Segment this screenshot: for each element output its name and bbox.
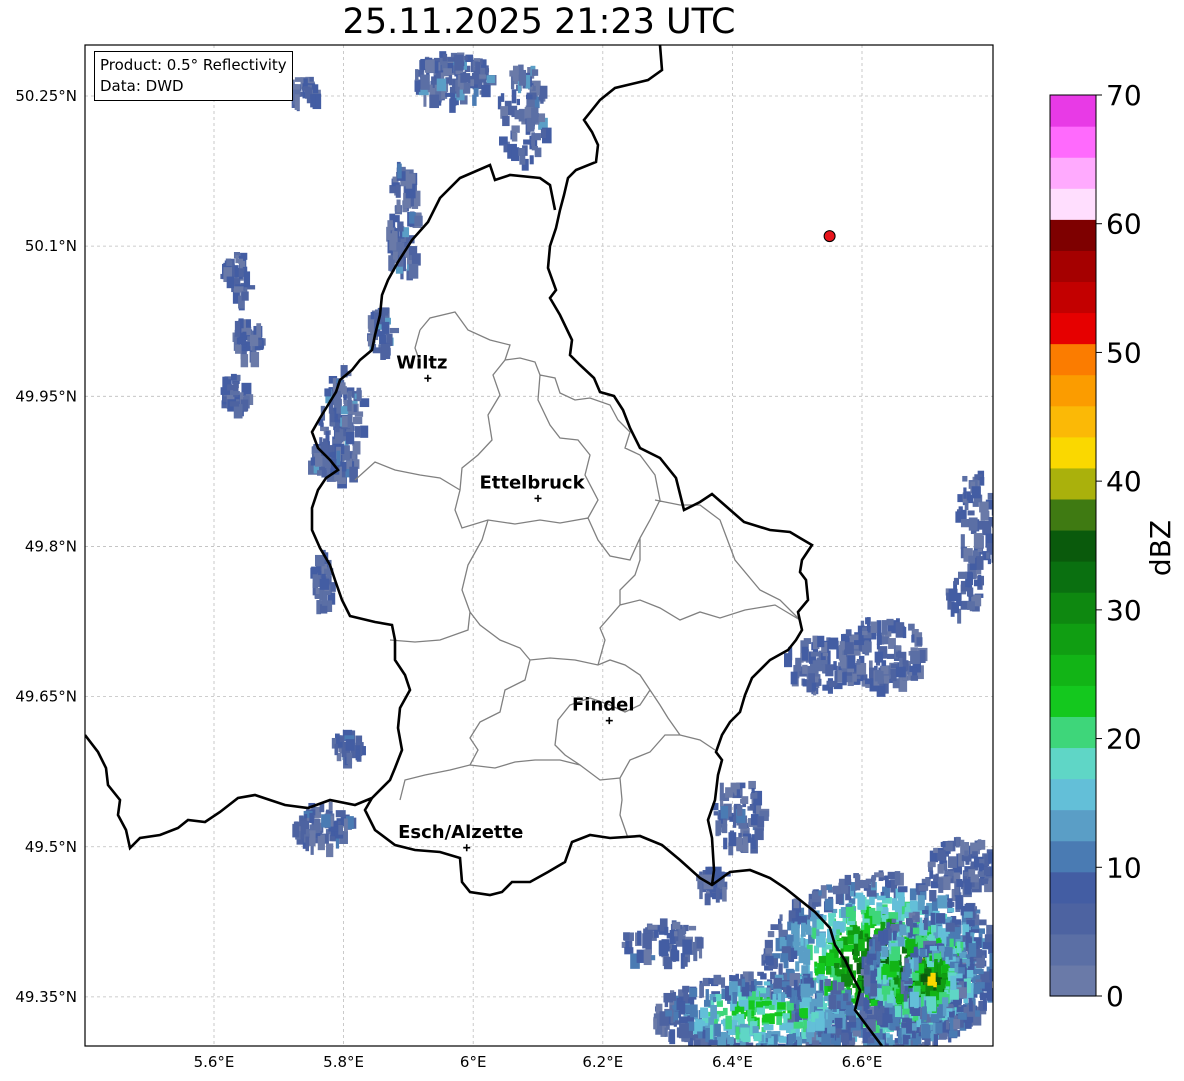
colorbar-segment bbox=[1050, 592, 1096, 624]
colorbar-tick-label: 40 bbox=[1106, 465, 1142, 498]
lon-tick-label: 6°E bbox=[460, 1053, 487, 1071]
country-border bbox=[85, 45, 884, 1046]
colorbar-segment bbox=[1050, 405, 1096, 438]
colorbar-segment bbox=[1050, 964, 1096, 997]
radar-echoes bbox=[220, 51, 993, 1046]
colorbar-segment bbox=[1050, 933, 1096, 966]
colorbar-segment bbox=[1050, 654, 1096, 686]
lon-tick-label: 5.8°E bbox=[323, 1053, 364, 1071]
colorbar-segment bbox=[1050, 95, 1096, 127]
colorbar-segment bbox=[1050, 685, 1096, 717]
colorbar-tick-label: 20 bbox=[1106, 723, 1142, 756]
info-box: Product: 0.5° Reflectivity Data: DWD bbox=[94, 51, 293, 101]
colorbar-segment bbox=[1050, 281, 1096, 314]
colorbar-segment bbox=[1050, 561, 1096, 593]
lat-tick-label: 49.95°N bbox=[15, 387, 77, 405]
lon-tick-label: 6.6°E bbox=[842, 1053, 883, 1071]
colorbar-segment bbox=[1050, 498, 1096, 531]
city-wiltz: Wiltz bbox=[396, 352, 447, 382]
city-name: Ettelbruck bbox=[479, 472, 585, 493]
colorbar-segment bbox=[1050, 188, 1096, 220]
city-labels: Wiltz Ettelbruck Findel Esch/Alzette bbox=[396, 352, 635, 852]
radar-map: 5.6°E 5.8°E 6°E 6.2°E 6.4°E 6.6°E 50.25°N 50.1°… bbox=[15, 44, 1177, 1071]
lon-tick-label: 6.2°E bbox=[582, 1053, 623, 1071]
colorbar-label: dBZ bbox=[1144, 520, 1177, 576]
colorbar: 0 10 20 30 40 50 60 70 bbox=[1049, 79, 1142, 1013]
source-label: Data: DWD bbox=[100, 77, 184, 95]
lat-tick-label: 49.5°N bbox=[25, 838, 77, 856]
city-findel: Findel bbox=[572, 695, 635, 725]
city-name: Esch/Alzette bbox=[398, 822, 523, 843]
lon-tick-label: 5.6°E bbox=[194, 1053, 235, 1071]
lat-tick-label: 50.1°N bbox=[25, 237, 77, 255]
colorbar-segment bbox=[1050, 219, 1096, 251]
colorbar-tick-label: 10 bbox=[1106, 851, 1142, 884]
colorbar-segment bbox=[1050, 623, 1096, 655]
colorbar-tick-label: 70 bbox=[1106, 79, 1142, 112]
colorbar-segment bbox=[1050, 374, 1096, 407]
canton-borders bbox=[354, 311, 801, 839]
colorbar-segment bbox=[1050, 157, 1096, 189]
colorbar-segment bbox=[1050, 871, 1096, 904]
colorbar-tick-label: 50 bbox=[1106, 336, 1142, 369]
lat-tick-label: 49.65°N bbox=[15, 688, 77, 706]
city-ettelbruck: Ettelbruck bbox=[479, 472, 586, 502]
colorbar-segment bbox=[1050, 343, 1096, 376]
colorbar-segment bbox=[1050, 778, 1096, 811]
colorbar-segment bbox=[1050, 529, 1096, 562]
colorbar-segment bbox=[1050, 902, 1096, 935]
colorbar-segment bbox=[1050, 809, 1096, 842]
colorbar-segment bbox=[1050, 312, 1096, 345]
city-name: Findel bbox=[572, 695, 635, 716]
colorbar-tick-label: 0 bbox=[1106, 980, 1124, 1013]
colorbar-segment bbox=[1050, 747, 1096, 780]
lat-tick-label: 49.8°N bbox=[25, 537, 77, 555]
axis-ticks: 5.6°E 5.8°E 6°E 6.2°E 6.4°E 6.6°E 50.25°N 50.1°… bbox=[15, 87, 882, 1071]
location-marker bbox=[823, 230, 836, 243]
colorbar-segment bbox=[1050, 250, 1096, 283]
lat-tick-label: 50.25°N bbox=[15, 87, 77, 105]
city-name: Wiltz bbox=[396, 352, 447, 373]
lon-tick-label: 6.4°E bbox=[712, 1053, 753, 1071]
lat-tick-label: 49.35°N bbox=[15, 988, 77, 1006]
colorbar-segment bbox=[1050, 840, 1096, 873]
colorbar-segment bbox=[1050, 716, 1096, 749]
colorbar-tick-label: 30 bbox=[1106, 594, 1142, 627]
colorbar-segment bbox=[1050, 436, 1096, 469]
colorbar-segment bbox=[1050, 467, 1096, 500]
colorbar-tick-label: 60 bbox=[1106, 208, 1142, 241]
product-label: Product: 0.5° Reflectivity bbox=[100, 56, 287, 74]
colorbar-segment bbox=[1050, 126, 1096, 158]
